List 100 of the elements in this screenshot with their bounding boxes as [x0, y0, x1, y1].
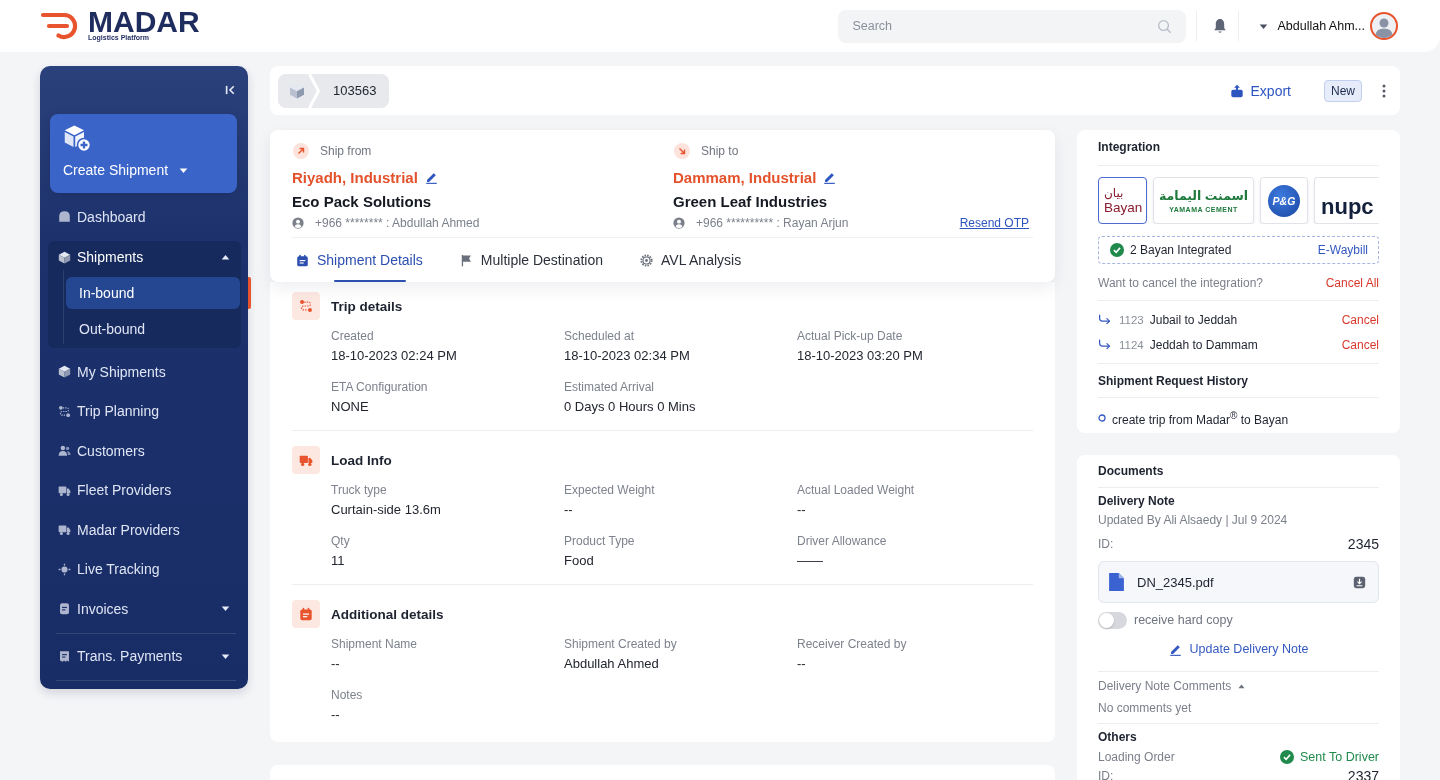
card-title: Documents: [1098, 463, 1164, 479]
toggle-label: receive hard copy: [1134, 613, 1233, 627]
crosshair-icon: [58, 562, 71, 576]
card-title: Integration: [1098, 139, 1160, 155]
nav-item[interactable]: Live Tracking: [48, 549, 241, 589]
caption-label: Ship to: [701, 144, 739, 158]
toggle-switch[interactable]: [1098, 611, 1127, 629]
status-badge: New: [1324, 79, 1362, 102]
status-text: Sent To Driver: [1300, 750, 1379, 764]
search-field[interactable]: Search: [838, 9, 1187, 43]
field-value: Abdullah Ahmed: [564, 656, 659, 672]
nav-item[interactable]: Customers: [48, 431, 241, 471]
integration-tile[interactable]: P&G: [1260, 177, 1308, 224]
resend-otp-link[interactable]: Resend OTP: [959, 216, 1029, 230]
cancel-all-link[interactable]: Cancel All: [1325, 276, 1379, 290]
truck-icon: [58, 483, 71, 497]
create-shipment-button[interactable]: Create Shipment: [50, 114, 237, 193]
logo-icon: [40, 11, 78, 41]
field-label: Shipment Name: [331, 637, 418, 651]
id-label: ID:: [1098, 537, 1114, 551]
field-value: 18-10-2023 02:24 PM: [331, 348, 457, 364]
nav-item[interactable]: Invoices: [48, 589, 241, 629]
trip-route: Jeddah to Dammam: [1149, 337, 1258, 352]
active-indicator: [248, 277, 251, 309]
user-menu[interactable]: Abdullah Ahm...: [1258, 12, 1398, 40]
id-label: ID:: [1098, 769, 1114, 780]
section-title: Others: [1098, 729, 1137, 745]
file-icon: [1109, 573, 1124, 591]
route-icon: [292, 292, 320, 320]
user-icon: [673, 217, 685, 229]
export-button[interactable]: Export: [1229, 82, 1291, 99]
search-icon: [1157, 18, 1173, 34]
nav-subitem[interactable]: Out-bound: [66, 313, 240, 345]
flag-icon: [459, 253, 473, 267]
calendar-icon: [296, 253, 309, 267]
field-value: 0 Days 0 Hours 0 Mins: [564, 399, 696, 415]
user-icon: [292, 217, 304, 229]
cancel-link[interactable]: Cancel: [1341, 337, 1379, 352]
check-icon: [1110, 243, 1124, 257]
download-icon[interactable]: [1353, 575, 1366, 589]
pencil-icon[interactable]: [424, 170, 438, 184]
pencil-icon[interactable]: [823, 170, 837, 184]
field-value: --: [797, 502, 806, 518]
route-icon: [58, 404, 71, 418]
calendar-icon: [292, 600, 320, 628]
id-value: 2345: [1347, 536, 1379, 552]
tab[interactable]: Shipment Details: [296, 238, 423, 282]
contact-info: +966 ******** : Abdullah Ahmed: [315, 216, 480, 230]
field-value: 11: [331, 553, 345, 569]
field-value: ——: [797, 553, 823, 569]
cancel-prompt: Want to cancel the integration?: [1098, 276, 1263, 290]
receipt-icon: [58, 649, 71, 663]
logo-wordmark: MADAR: [88, 10, 200, 34]
file-name: DN_2345.pdf: [1137, 574, 1214, 590]
section-title: Additional details: [331, 606, 444, 622]
empty-comments: No comments yet: [1098, 701, 1192, 715]
field-value: NONE: [331, 399, 369, 415]
integration-tile[interactable]: nupc: [1314, 177, 1379, 224]
field-label: Shipment Created by: [564, 637, 677, 651]
field-label: Estimated Arrival: [564, 380, 655, 394]
users-icon: [58, 444, 71, 458]
nav-item[interactable]: My Shipments: [48, 352, 241, 392]
trip-id: 1123: [1119, 313, 1144, 326]
check-icon: [1280, 750, 1295, 764]
field-value: 18-10-2023 02:34 PM: [564, 348, 690, 364]
update-delivery-note-link[interactable]: Update Delivery Note: [1168, 641, 1309, 657]
field-label: Truck type: [331, 483, 387, 497]
pencil-icon: [1168, 642, 1182, 656]
breadcrumb-item[interactable]: 103563: [333, 83, 377, 98]
company-name: Eco Pack Solutions: [292, 193, 432, 211]
nav-item[interactable]: Madar Providers: [48, 510, 241, 550]
nav-item[interactable]: Dashboard: [48, 197, 241, 237]
field-label: Product Type: [564, 534, 635, 548]
cancel-link[interactable]: Cancel: [1341, 312, 1379, 327]
history-entry: create trip from Madar$^{®}$ to Bayan: [1112, 409, 1289, 428]
field-value: Curtain-side 13.6m: [331, 502, 441, 518]
upload-icon: [1229, 83, 1244, 98]
section-title: Delivery Note: [1098, 493, 1175, 509]
e-waybill-link[interactable]: E-Waybill: [1317, 243, 1368, 257]
collapse-icon[interactable]: [224, 84, 236, 96]
contact-info: +966 ********** : Rayan Arjun: [696, 216, 849, 230]
tab[interactable]: Multiple Destination: [459, 238, 603, 282]
field-label: Actual Loaded Weight: [797, 483, 915, 497]
status-text: 2 Bayan Integrated: [1130, 243, 1232, 257]
field-label: Qty: [331, 534, 350, 548]
nav-subitem[interactable]: In-bound: [66, 277, 240, 309]
nav-item[interactable]: Trip Planning: [48, 391, 241, 431]
nav-item[interactable]: Trans. Payments: [48, 636, 241, 676]
section-title: Shipment Request History: [1098, 373, 1249, 389]
field-value: --: [331, 656, 340, 672]
comments-toggle[interactable]: Delivery Note Comments: [1098, 679, 1247, 693]
caption-label: Ship from: [320, 144, 372, 158]
nav-item[interactable]: Fleet Providers: [48, 470, 241, 510]
gear-icon: [640, 253, 653, 267]
cube-icon: [58, 365, 71, 379]
box-plus-icon: [63, 124, 91, 152]
truck-icon: [58, 523, 71, 537]
update-info: Updated By Ali Alsaedy | Jul 9 2024: [1098, 513, 1288, 527]
nav-item[interactable]: Shipments: [48, 241, 241, 273]
tab[interactable]: AVL Analysis: [640, 238, 742, 282]
